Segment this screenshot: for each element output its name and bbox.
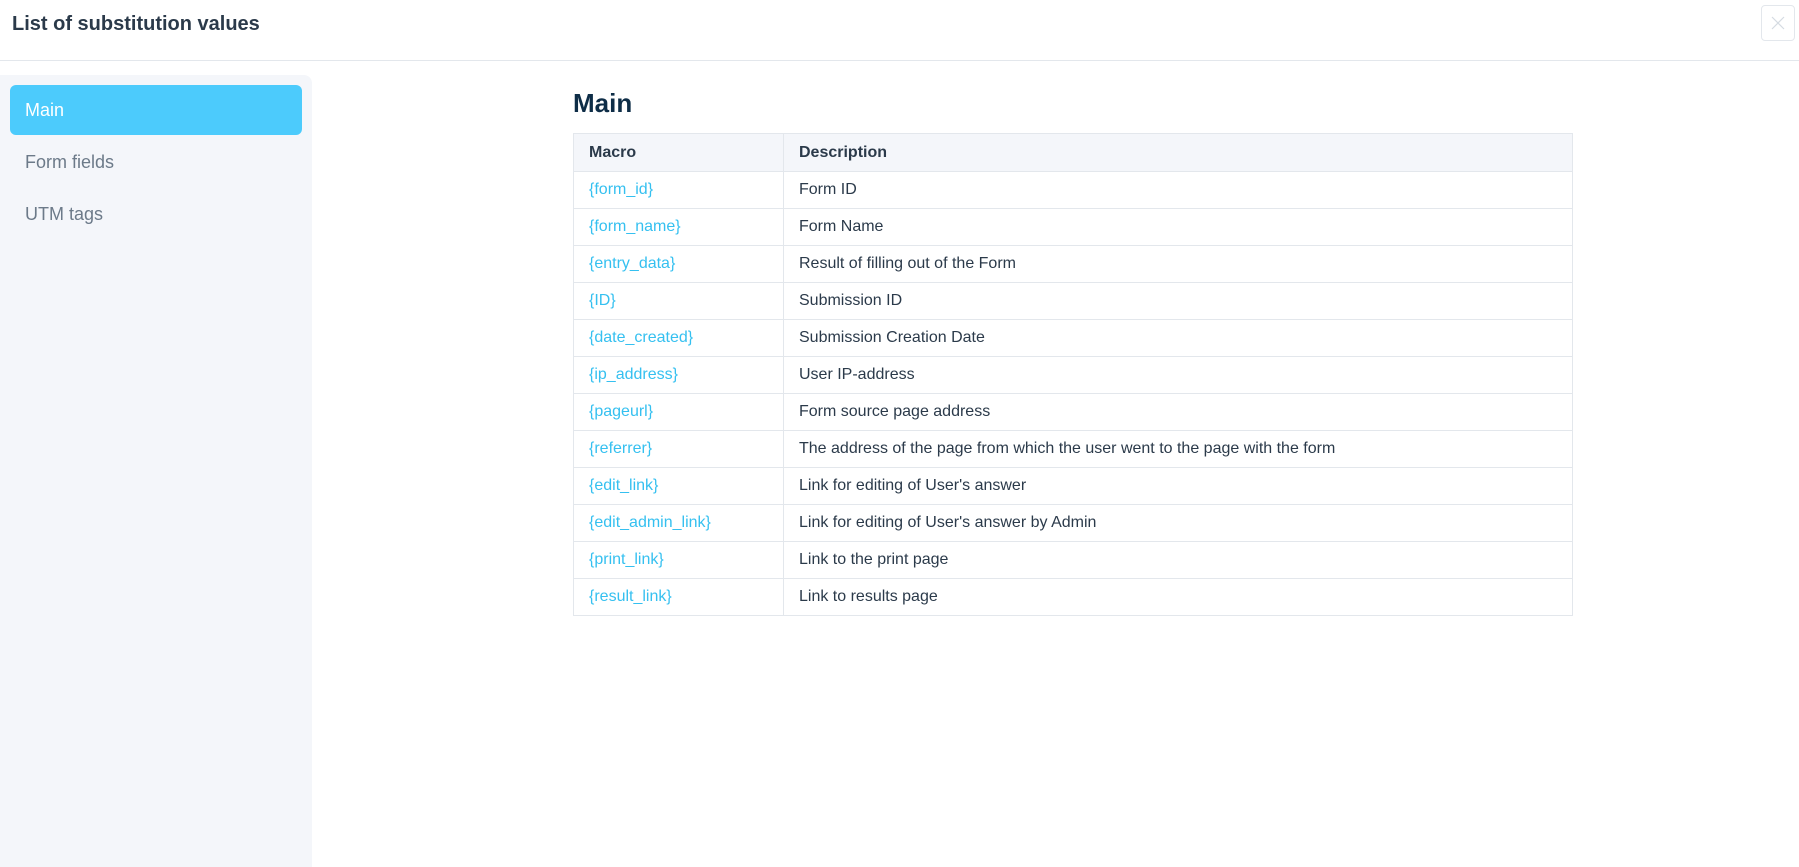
section-title: Main: [573, 88, 633, 118]
macro-link[interactable]: {ip_address}: [573, 356, 784, 394]
macro-description: Form source page address: [783, 393, 1573, 431]
macro-description: Link to results page: [783, 578, 1573, 616]
sidebar-item-label: Form fields: [25, 151, 115, 172]
table-row: {entry_data} Result of filling out of th…: [573, 245, 1573, 283]
macro-link[interactable]: {date_created}: [573, 319, 784, 357]
table-row: {form_id} Form ID: [573, 171, 1573, 209]
table-header-row: Macro Description: [573, 133, 1573, 172]
macro-link[interactable]: {edit_admin_link}: [573, 504, 784, 542]
sidebar-item-utm-tags[interactable]: UTM tags: [10, 189, 302, 239]
sidebar-item-main[interactable]: Main: [10, 85, 302, 135]
table-row: {print_link} Link to the print page: [573, 541, 1573, 579]
macro-link[interactable]: {entry_data}: [573, 245, 784, 283]
macro-description: Result of filling out of the Form: [783, 245, 1573, 283]
table-row: {form_name} Form Name: [573, 208, 1573, 246]
macro-link[interactable]: {referrer}: [573, 430, 784, 468]
macro-description: Link for editing of User's answer: [783, 467, 1573, 505]
sidebar: Main Form fields UTM tags: [0, 75, 312, 867]
macro-description: The address of the page from which the u…: [783, 430, 1573, 468]
macro-link[interactable]: {pageurl}: [573, 393, 784, 431]
macro-description: Form ID: [783, 171, 1573, 209]
macro-link[interactable]: {form_id}: [573, 171, 784, 209]
macro-description: Form Name: [783, 208, 1573, 246]
macro-link[interactable]: {print_link}: [573, 541, 784, 579]
close-button[interactable]: [1761, 5, 1795, 41]
sidebar-item-label: UTM tags: [25, 203, 104, 224]
table-row: {date_created} Submission Creation Date: [573, 319, 1573, 357]
table-row: {ip_address} User IP-address: [573, 356, 1573, 394]
sidebar-item-label: Main: [25, 99, 65, 120]
macro-description: Submission ID: [783, 282, 1573, 320]
table-row: {pageurl} Form source page address: [573, 393, 1573, 431]
table-row: {result_link} Link to results page: [573, 578, 1573, 616]
column-header-macro: Macro: [573, 133, 784, 172]
macro-description: Link to the print page: [783, 541, 1573, 579]
macro-link[interactable]: {edit_link}: [573, 467, 784, 505]
sidebar-item-form-fields[interactable]: Form fields: [10, 137, 302, 187]
macro-link[interactable]: {form_name}: [573, 208, 784, 246]
macro-link[interactable]: {ID}: [573, 282, 784, 320]
close-icon: [1771, 16, 1785, 30]
column-header-description: Description: [783, 133, 1573, 172]
macro-description: Link for editing of User's answer by Adm…: [783, 504, 1573, 542]
macro-table: Macro Description {form_id} Form ID {for…: [573, 133, 1573, 616]
table-row: {edit_admin_link} Link for editing of Us…: [573, 504, 1573, 542]
macro-description: Submission Creation Date: [783, 319, 1573, 357]
modal-title: List of substitution values: [12, 13, 260, 35]
macro-link[interactable]: {result_link}: [573, 578, 784, 616]
table-row: {ID} Submission ID: [573, 282, 1573, 320]
table-row: {referrer} The address of the page from …: [573, 430, 1573, 468]
macro-description: User IP-address: [783, 356, 1573, 394]
modal-header: List of substitution values: [0, 0, 1799, 61]
table-row: {edit_link} Link for editing of User's a…: [573, 467, 1573, 505]
